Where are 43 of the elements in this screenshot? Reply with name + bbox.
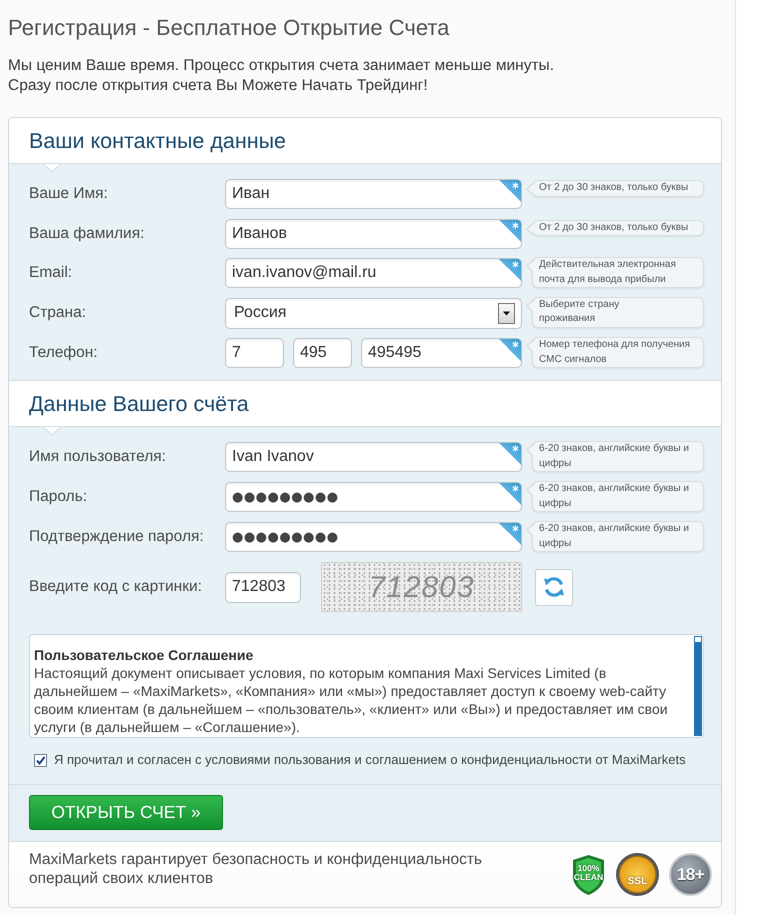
hint-tooltip: 6-20 знаков, английские буквы и цифры xyxy=(532,441,704,472)
consent-label: Я прочитал и согласен с условиями пользования и соглашением о конфиденциальности от MaxiMarkets xyxy=(54,752,686,768)
captcha-image: 712803 xyxy=(321,562,522,612)
field-label: Телефон: xyxy=(29,343,99,363)
captcha-input[interactable]: 712803 xyxy=(225,572,301,602)
hint-tooltip: 6-20 знаков, английские буквы и цифры xyxy=(532,521,704,552)
field-label: Подтверждение пароля: xyxy=(29,527,205,547)
hint-tooltip: Действительная электронная почта для вывода прибыли xyxy=(532,257,704,288)
text-input[interactable]: Ivan Ivanov xyxy=(225,442,522,472)
security-note: MaxiMarkets гарантирует безопасность и конфиденциальность операций своих клиентов xyxy=(29,850,484,888)
section-title: Данные Вашего счёта xyxy=(29,390,249,416)
page-title: Регистрация - Бесплатное Открытие Счета xyxy=(8,15,450,41)
field-label: Email: xyxy=(29,263,74,283)
agreement-textbox[interactable] xyxy=(29,634,704,738)
shield-badge: 100% CLEAN xyxy=(571,854,606,896)
field-label: Ваша фамилия: xyxy=(29,224,146,244)
consent-checkbox[interactable] xyxy=(34,754,47,766)
section-title: Ваши контактные данные xyxy=(29,128,286,154)
text-input[interactable]: ivan.ivanov@mail.ru xyxy=(225,258,522,288)
ssl-seal: SSL xyxy=(616,853,659,896)
hint-tooltip: Номер телефона для получения СМС сигналов xyxy=(532,337,704,368)
agreement-text: Настоящий документ описывает условия, по которым компания Maxi Services Limited (в дальнейшем – «MaxiMarkets», «Компания» или «мы») предоставляет доступ к своему web-сайту своим клиентам (в дальнейшем – «пользователь», «клиент» или «Вы») и предоставляет им свои услуги (в дальнейшем – «Соглашение»). xyxy=(34,664,669,736)
phone-input[interactable]: 7 xyxy=(225,338,284,368)
hint-tooltip: Выберите страну проживания xyxy=(532,296,704,328)
field-label: Пароль: xyxy=(29,487,88,507)
text-input[interactable]: Иванов xyxy=(225,218,522,248)
phone-input[interactable]: 495495 xyxy=(361,338,522,368)
intro-text: Мы ценим Ваше время. Процесс открытия счета занимает меньше минуты. xyxy=(8,56,555,76)
password-input[interactable]: ●●●●●●●●● xyxy=(225,482,522,512)
agreement-title: Пользовательское Соглашение xyxy=(34,646,254,664)
intro-text: Сразу после открытия счета Вы Можете Начать Трейдинг! xyxy=(8,76,429,96)
phone-input[interactable]: 495 xyxy=(293,338,352,368)
refresh-icon xyxy=(541,574,567,600)
password-input[interactable]: ●●●●●●●●● xyxy=(225,522,522,552)
refresh-button[interactable] xyxy=(535,568,573,606)
field-label: Ваше Имя: xyxy=(29,184,109,204)
hint-tooltip: 6-20 знаков, английские буквы и цифры xyxy=(532,481,704,512)
field-label: Введите код с картинки: xyxy=(29,577,203,597)
field-label: Имя пользователя: xyxy=(29,447,167,467)
age-rating-badge: 18+ xyxy=(669,853,712,896)
text-input[interactable]: Иван xyxy=(225,179,522,209)
field-label: Страна: xyxy=(29,302,88,322)
country-dropdown[interactable]: Россия xyxy=(225,298,522,328)
